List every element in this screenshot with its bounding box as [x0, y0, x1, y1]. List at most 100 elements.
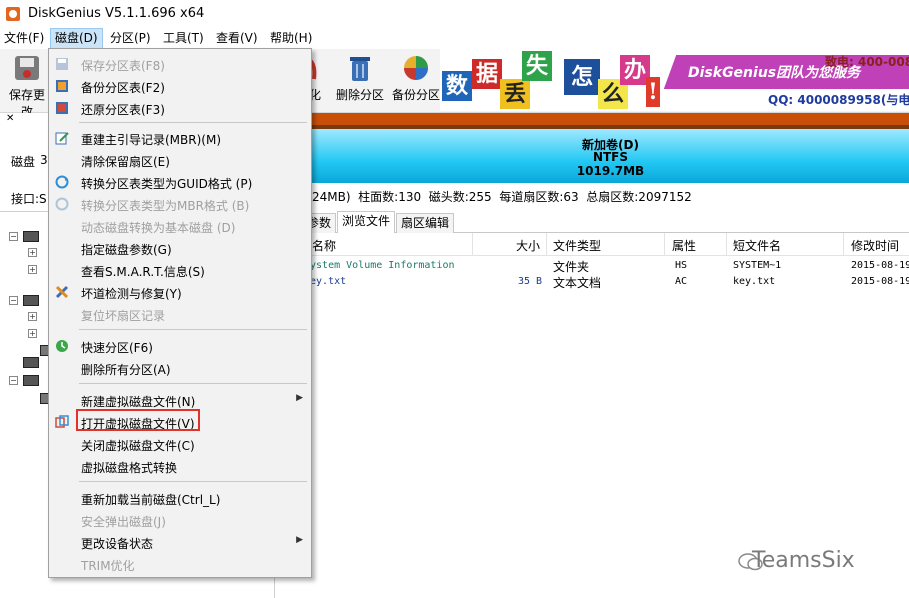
tab-browse-files[interactable]: 浏览文件 [337, 211, 396, 233]
menu-item-virtual-disk-convert[interactable]: 虚拟磁盘格式转换 [49, 455, 311, 477]
menu-item-rebuild-mbr[interactable]: 重建主引导记录(MBR)(M) [49, 127, 311, 149]
menu-separator [79, 383, 307, 384]
menu-item-new-virtual-disk[interactable]: 新建虚拟磁盘文件(N) ▶ [49, 389, 311, 411]
menu-item-close-virtual-disk[interactable]: 关闭虚拟磁盘文件(C) [49, 433, 311, 455]
delete-partition-button[interactable]: 删除分区 [334, 53, 386, 103]
disk-info-line: 24MB) 柱面数:130 磁头数:255 每道扇区数:63 总扇区数:2097… [312, 190, 692, 204]
menu-item-save-partition-table[interactable]: 保存分区表(F8) [49, 53, 311, 75]
menu-partition[interactable]: 分区(P) [106, 28, 155, 49]
save-changes-button[interactable]: 保存更改 [4, 53, 50, 120]
menu-tools[interactable]: 工具(T) [159, 28, 208, 49]
menu-item-bad-sector-repair[interactable]: 坏道检测与修复(Y) [49, 281, 311, 303]
banner-ad[interactable]: 数 据 丢 失 怎 么 办 ! DiskGenius团队为您服务 致电: 400… [440, 49, 909, 111]
menu-item-quick-partition[interactable]: 快速分区(F6) [49, 335, 311, 357]
table-row[interactable]: System Volume Information 文件夹 HS SYSTEM~… [300, 258, 909, 274]
interface-label: 接口:S [11, 192, 47, 206]
menu-item-restore-partition-table[interactable]: 还原分区表(F3) [49, 97, 311, 119]
window-title: DiskGenius V5.1.1.696 x64 [28, 6, 205, 21]
banner-tile: 怎 [564, 59, 600, 95]
file-table-header: 名称 大小 文件类型 属性 短文件名 修改时间 [300, 233, 909, 256]
disk-icon[interactable] [23, 375, 39, 386]
banner-tel: 致电: 400-008- [825, 55, 909, 69]
menu-item-view-smart[interactable]: 查看S.M.A.R.T.信息(S) [49, 259, 311, 281]
menu-item-reload-disk[interactable]: 重新加载当前磁盘(Ctrl_L) [49, 487, 311, 509]
menu-help[interactable]: 帮助(H) [266, 28, 316, 49]
column-divider[interactable] [726, 233, 727, 255]
table-row[interactable]: key.txt 35 B 文本文档 AC key.txt 2015-08-19 [300, 274, 909, 290]
menu-item-specify-disk-parameters[interactable]: 指定磁盘参数(G) [49, 237, 311, 259]
menu-item-change-device-state[interactable]: 更改设备状态 ▶ [49, 531, 311, 553]
tree-expand-icon[interactable]: + [28, 265, 37, 274]
tree-expand-icon[interactable]: + [28, 312, 37, 321]
cell-type: 文本文档 [553, 276, 602, 290]
menu-item-delete-all-partitions[interactable]: 删除所有分区(A) [49, 357, 311, 379]
banner-qq: QQ: 4000089958(与电话 [768, 93, 909, 107]
disk-number: 3 [40, 153, 48, 167]
banner-tile: 据 [472, 59, 502, 89]
disk-icon[interactable] [23, 231, 39, 242]
partition-bar[interactable]: 新加卷(D) NTFS 1019.7MB [312, 129, 909, 183]
tree-expand-icon[interactable]: − [9, 232, 18, 241]
col-type[interactable]: 文件类型 [553, 237, 601, 254]
backup-partition-label: 备份分区 [391, 88, 440, 102]
backup-table-icon [55, 79, 69, 93]
menu-item-convert-to-guid[interactable]: 转换分区表类型为GUID格式 (P) [49, 171, 311, 193]
column-divider[interactable] [843, 233, 844, 255]
banner-tile: 数 [442, 71, 472, 101]
menu-item-convert-to-mbr[interactable]: 转换分区表类型为MBR格式 (B) [49, 193, 311, 215]
menu-disk[interactable]: 磁盘(D) [50, 28, 103, 49]
menu-view[interactable]: 查看(V) [212, 28, 262, 49]
convert-icon [55, 175, 69, 189]
cell-size: 35 B [518, 276, 543, 287]
column-divider[interactable] [664, 233, 665, 255]
col-short-name[interactable]: 短文件名 [733, 237, 781, 254]
backup-partition-button[interactable]: 备份分区 [390, 53, 442, 103]
disk-icon[interactable] [23, 295, 39, 306]
menu-item-trim[interactable]: TRIM优化 [49, 553, 311, 575]
save-icon [12, 53, 42, 83]
menu-item-dynamic-to-basic[interactable]: 动态磁盘转换为基本磁盘 (D) [49, 215, 311, 237]
cell-modified: 2015-08-19 [851, 260, 909, 271]
cell-attr: AC [675, 276, 688, 287]
submenu-arrow-icon: ▶ [296, 393, 303, 403]
tree-expand-icon[interactable]: − [9, 296, 18, 305]
submenu-arrow-icon: ▶ [296, 535, 303, 545]
menu-item-clear-reserved-sectors[interactable]: 清除保留扇区(E) [49, 149, 311, 171]
menu-item-backup-partition-table[interactable]: 备份分区表(F2) [49, 75, 311, 97]
cell-name: System Volume Information [304, 260, 455, 271]
edit-icon [55, 131, 69, 145]
cell-attr: HS [675, 260, 688, 271]
menu-file[interactable]: 文件(F) [0, 28, 48, 49]
col-name[interactable]: 名称 [312, 237, 336, 254]
banner-tile: 丢 [500, 79, 530, 109]
menu-bar: 文件(F) 磁盘(D) 分区(P) 工具(T) 查看(V) 帮助(H) [0, 28, 909, 49]
cell-short-name: key.txt [733, 276, 776, 287]
disk-menu-dropdown: 保存分区表(F8) 备份分区表(F2) 还原分区表(F3) 重建主引导记录(MB… [48, 48, 312, 578]
cell-short-name: SYSTEM~1 [733, 260, 782, 271]
restore-table-icon [55, 101, 69, 115]
disk-icon[interactable] [23, 357, 39, 368]
col-size[interactable]: 大小 [516, 237, 540, 254]
menu-separator [79, 329, 307, 330]
clock-icon [55, 339, 69, 353]
app-icon [6, 7, 20, 21]
column-divider[interactable] [472, 233, 473, 255]
tab-sector-edit[interactable]: 扇区编辑 [396, 213, 455, 233]
col-attr[interactable]: 属性 [672, 237, 696, 254]
tree-expand-icon[interactable]: − [9, 376, 18, 385]
tree-expand-icon[interactable]: + [28, 329, 37, 338]
tree-expand-icon[interactable]: + [28, 248, 37, 257]
tools-icon [55, 285, 69, 299]
banner-tile: 失 [522, 51, 552, 81]
menu-separator [79, 122, 307, 123]
partition-filesystem: NTFS [592, 150, 629, 164]
trash-icon [345, 53, 375, 83]
menu-item-safely-eject[interactable]: 安全弹出磁盘(J) [49, 509, 311, 531]
column-divider[interactable] [546, 233, 547, 255]
partition-size: 1019.7MB [576, 164, 645, 178]
menu-item-reset-bad-sectors[interactable]: 复位坏扇区记录 [49, 303, 311, 325]
title-bar: DiskGenius V5.1.1.696 x64 [0, 0, 909, 28]
col-modified[interactable]: 修改时间 [851, 237, 899, 254]
close-panel-icon[interactable]: ✕ [6, 113, 14, 124]
highlight-annotation [76, 409, 200, 431]
